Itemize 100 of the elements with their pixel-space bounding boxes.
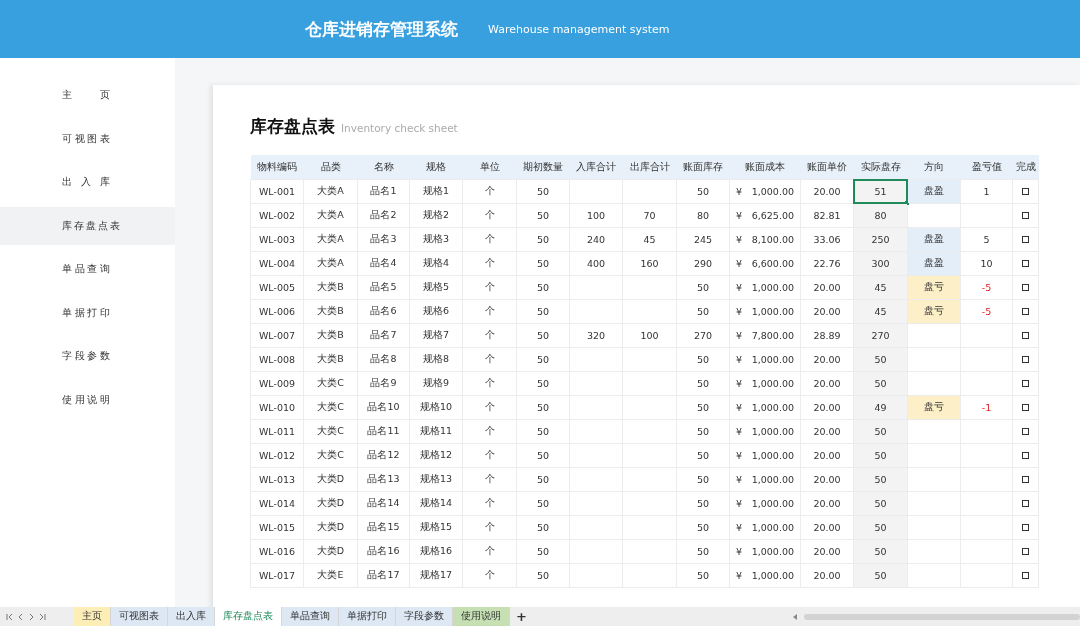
- table-cell: 6,600.00: [751, 258, 794, 269]
- table-cell: 160: [622, 251, 677, 276]
- first-icon[interactable]: [6, 612, 13, 621]
- table-cell: 规格3: [409, 227, 463, 252]
- sheet-tab[interactable]: 使用说明: [453, 607, 510, 626]
- currency-sign: ¥: [736, 498, 743, 509]
- table-cell: 33.06: [800, 227, 854, 252]
- table-cell: 规格1: [409, 179, 463, 204]
- sidebar-item[interactable]: 使用说明: [0, 380, 175, 419]
- currency-sign: ¥: [736, 306, 743, 317]
- checkbox[interactable]: [1022, 548, 1029, 555]
- sidebar-item[interactable]: 单品查询: [0, 250, 175, 288]
- table-cell: 45: [622, 227, 677, 252]
- table-cell: 品名16: [357, 539, 410, 564]
- sheet-tab[interactable]: 出入库: [168, 607, 215, 626]
- table-cell: 20.00: [800, 467, 854, 492]
- table-cell: 7,800.00: [751, 330, 794, 341]
- checkbox[interactable]: [1022, 188, 1029, 195]
- currency-sign: ¥: [736, 330, 743, 341]
- table-cell: 大类A: [303, 179, 358, 204]
- next-icon[interactable]: [28, 612, 35, 621]
- checkbox[interactable]: [1022, 404, 1029, 411]
- sheet-tab[interactable]: 单据打印: [339, 607, 396, 626]
- table-cell: 20.00: [800, 443, 854, 468]
- sheet-tab[interactable]: 单品查询: [282, 607, 339, 626]
- table-cell: 大类C: [303, 443, 358, 468]
- table-cell: 个: [462, 203, 517, 228]
- checkbox[interactable]: [1022, 212, 1029, 219]
- column-header: 账面成本: [729, 155, 801, 180]
- currency-sign: ¥: [736, 258, 743, 269]
- table-cell: 6,625.00: [751, 210, 794, 221]
- checkbox[interactable]: [1022, 428, 1029, 435]
- checkbox[interactable]: [1022, 452, 1029, 459]
- sheet-tab[interactable]: 字段参数: [396, 607, 453, 626]
- table-cell: 50: [676, 491, 730, 516]
- table-cell: 100: [569, 203, 623, 228]
- table-cell: 20.00: [800, 491, 854, 516]
- table-cell: WL-017: [250, 563, 304, 588]
- sheet-tab[interactable]: 主页: [74, 607, 111, 626]
- table-cell: 20.00: [800, 395, 854, 420]
- column-header: 实际盘存: [853, 155, 908, 180]
- currency-sign: ¥: [736, 474, 743, 485]
- sidebar-item[interactable]: 单据打印: [0, 293, 175, 332]
- sidebar-item[interactable]: 可视图表: [0, 119, 175, 158]
- currency-sign: ¥: [736, 378, 743, 389]
- sidebar-item[interactable]: 出入库: [0, 163, 175, 201]
- scrollbar-thumb[interactable]: [804, 613, 1080, 620]
- scroll-left-icon[interactable]: [793, 613, 798, 620]
- checkbox[interactable]: [1022, 356, 1029, 363]
- table-cell: 个: [462, 323, 517, 348]
- table-cell: 品名5: [357, 275, 410, 300]
- table-cell: 个: [462, 491, 517, 516]
- checkbox[interactable]: [1022, 236, 1029, 243]
- table-cell: WL-007: [250, 323, 304, 348]
- previous-icon[interactable]: [17, 612, 24, 621]
- table-cell: 品名14: [357, 491, 410, 516]
- sheet-tab[interactable]: 库存盘点表: [215, 607, 282, 626]
- add-sheet-button[interactable]: +: [510, 607, 533, 626]
- checkbox[interactable]: [1022, 308, 1029, 315]
- table-cell: 1,000.00: [751, 570, 794, 581]
- checkbox[interactable]: [1022, 500, 1029, 507]
- table-cell: 50: [516, 419, 570, 444]
- last-icon[interactable]: [39, 612, 46, 621]
- column-header: 盈亏值: [960, 155, 1013, 180]
- sidebar-item[interactable]: 字段参数: [0, 337, 175, 375]
- table-cell: 1,000.00: [751, 354, 794, 365]
- table-cell: WL-001: [250, 179, 304, 204]
- table-cell: WL-008: [250, 347, 304, 372]
- sidebar-item[interactable]: 库存盘点表: [0, 206, 175, 245]
- table-cell: 大类A: [303, 227, 358, 252]
- table-cell: -1: [960, 395, 1013, 420]
- column-header: 账面单价: [800, 155, 854, 180]
- checkbox[interactable]: [1022, 284, 1029, 291]
- checkbox[interactable]: [1022, 260, 1029, 267]
- currency-sign: ¥: [736, 426, 743, 437]
- currency-sign: ¥: [736, 354, 743, 365]
- checkbox[interactable]: [1022, 476, 1029, 483]
- column-header: 账面库存: [676, 155, 730, 180]
- currency-sign: ¥: [736, 522, 743, 533]
- table-cell: 50: [676, 347, 730, 372]
- table-cell: -5: [960, 299, 1013, 324]
- checkbox[interactable]: [1022, 380, 1029, 387]
- table-cell: 1,000.00: [751, 450, 794, 461]
- sidebar-item[interactable]: 主页: [0, 76, 175, 114]
- app-title: 仓库进销存管理系统: [305, 17, 458, 41]
- table-cell: 大类D: [303, 467, 358, 492]
- column-header: 物料编码: [250, 155, 304, 180]
- table-cell: 个: [462, 371, 517, 396]
- table-cell: 1,000.00: [751, 498, 794, 509]
- table-cell: WL-014: [250, 491, 304, 516]
- table-cell: 1: [960, 179, 1013, 204]
- table-cell: 大类A: [303, 251, 358, 276]
- table-cell: WL-003: [250, 227, 304, 252]
- checkbox[interactable]: [1022, 524, 1029, 531]
- currency-sign: ¥: [736, 210, 743, 221]
- checkbox[interactable]: [1022, 332, 1029, 339]
- sheet-tab[interactable]: 可视图表: [111, 607, 168, 626]
- column-header: 品类: [303, 155, 358, 180]
- table-cell: 245: [676, 227, 730, 252]
- checkbox[interactable]: [1022, 572, 1029, 579]
